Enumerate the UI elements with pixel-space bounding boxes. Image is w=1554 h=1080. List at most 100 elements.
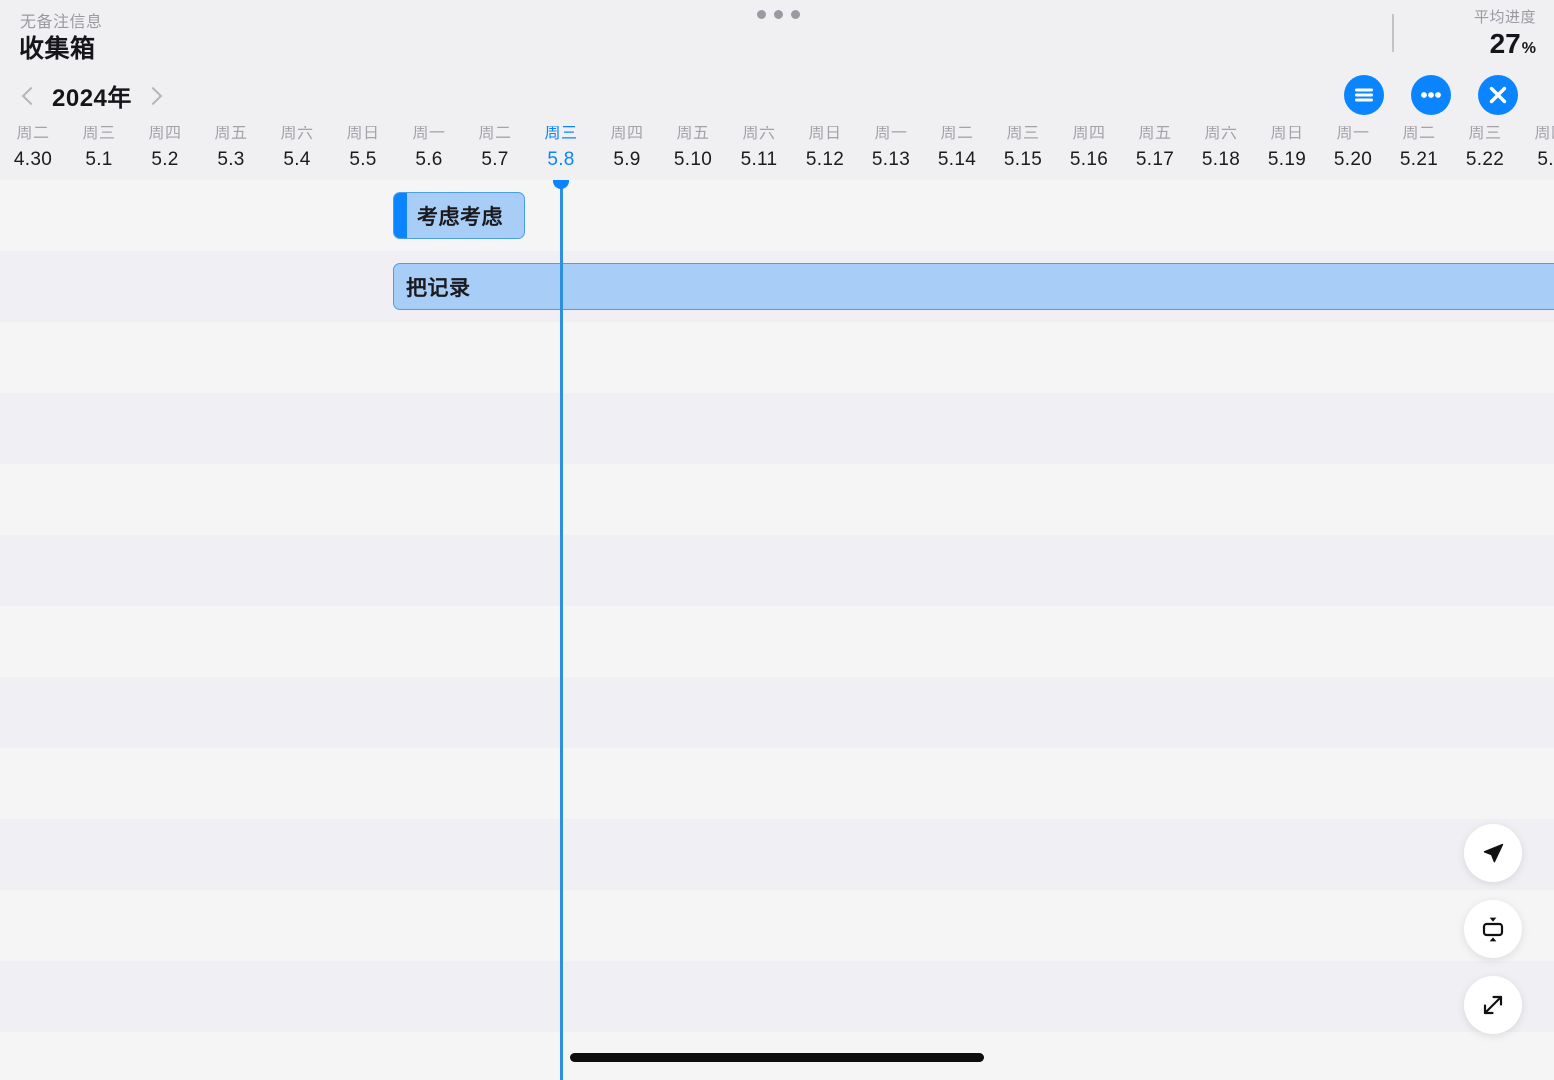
date-number: 5.3 (217, 149, 245, 170)
date-weekday: 周四 (610, 126, 644, 142)
progress-number: 27 (1489, 28, 1521, 59)
navigation-arrow-icon (1483, 843, 1504, 863)
date-header-strip[interactable]: 周二 4.30 周三 5.1 周四 5.2 周五 5.3 周六 5.4 周日 5.5 周一 5.6 周二 5.… (0, 126, 1554, 180)
date-number: 5.2 (1537, 149, 1554, 170)
date-column-5.16[interactable]: 周四 5.16 (1056, 126, 1122, 169)
date-number: 5.8 (547, 149, 575, 170)
date-number: 5.11 (740, 149, 778, 170)
date-column-5.6[interactable]: 周一 5.6 (396, 126, 462, 169)
date-weekday: 周四 (1534, 126, 1554, 142)
floating-button-group (1464, 824, 1522, 1034)
fit-vertical-button[interactable] (1464, 900, 1522, 958)
diagonal-resize-icon (1483, 995, 1503, 1015)
date-column-5.22[interactable]: 周三 5.22 (1452, 126, 1518, 169)
date-weekday: 周五 (214, 126, 248, 142)
home-indicator-bar (570, 1053, 984, 1062)
date-column-5.2[interactable]: 周四 5.2 (132, 126, 198, 169)
drag-handle-dots[interactable] (757, 10, 800, 19)
date-column-5.7[interactable]: 周二 5.7 (462, 126, 528, 169)
expand-button[interactable] (1464, 976, 1522, 1034)
date-column-5.14[interactable]: 周二 5.14 (924, 126, 990, 169)
date-weekday: 周六 (1204, 126, 1238, 142)
date-number: 5.4 (283, 149, 311, 170)
drag-dot (757, 10, 766, 19)
date-number: 5.20 (1333, 149, 1373, 170)
date-weekday: 周三 (544, 126, 578, 142)
date-number: 5.9 (613, 149, 641, 170)
today-marker-line (560, 180, 563, 1080)
date-column-5.11[interactable]: 周六 5.11 (726, 126, 792, 169)
gantt-row[interactable] (0, 464, 1554, 535)
next-year-button[interactable] (142, 79, 168, 113)
date-column-5.15[interactable]: 周三 5.15 (990, 126, 1056, 169)
date-number: 5.15 (1003, 149, 1043, 170)
date-weekday: 周二 (478, 126, 512, 142)
date-column-5.17[interactable]: 周五 5.17 (1122, 126, 1188, 169)
task-bar-label: 考虑考虑 (417, 205, 503, 229)
date-number: 5.21 (1399, 149, 1439, 170)
gantt-row[interactable] (0, 748, 1554, 819)
gantt-row[interactable] (0, 606, 1554, 677)
date-weekday: 周二 (1402, 126, 1436, 142)
date-weekday: 周四 (148, 126, 182, 142)
date-weekday: 周六 (742, 126, 776, 142)
date-column-5.9[interactable]: 周四 5.9 (594, 126, 660, 169)
date-weekday: 周一 (1336, 126, 1370, 142)
date-number: 5.2 (151, 149, 179, 170)
date-column-5.21[interactable]: 周二 5.21 (1386, 126, 1452, 169)
progress-percent-sign: % (1521, 40, 1536, 57)
gantt-row[interactable] (0, 180, 1554, 251)
locate-today-button[interactable] (1464, 824, 1522, 882)
date-weekday: 周一 (874, 126, 908, 142)
gantt-row[interactable] (0, 322, 1554, 393)
date-column-5.3[interactable]: 周五 5.3 (198, 126, 264, 169)
date-column-5.1[interactable]: 周三 5.1 (66, 126, 132, 169)
header-divider (1392, 14, 1394, 52)
date-number: 5.1 (85, 149, 113, 170)
date-weekday: 周六 (280, 126, 314, 142)
date-weekday: 周日 (1270, 126, 1304, 142)
date-number: 5.22 (1465, 149, 1505, 170)
date-number: 5.16 (1069, 149, 1109, 170)
date-number: 5.14 (937, 149, 977, 170)
date-column-5.5[interactable]: 周日 5.5 (330, 126, 396, 169)
header-button-group (1344, 75, 1518, 115)
date-column-5.4[interactable]: 周六 5.4 (264, 126, 330, 169)
gantt-row[interactable] (0, 393, 1554, 464)
date-column-5.19[interactable]: 周日 5.19 (1254, 126, 1320, 169)
date-number: 5.19 (1267, 149, 1307, 170)
current-year-label[interactable]: 2024年 (48, 78, 136, 113)
drag-dot (791, 10, 800, 19)
close-button[interactable] (1478, 75, 1518, 115)
task-progress-fill (394, 193, 407, 238)
task-bar-label: 把记录 (406, 276, 471, 300)
date-number: 5.18 (1201, 149, 1241, 170)
date-weekday: 周二 (16, 126, 50, 142)
date-column-5.10[interactable]: 周五 5.10 (660, 126, 726, 169)
task-bar[interactable]: 考虑考虑 (393, 192, 525, 239)
date-weekday: 周一 (412, 126, 446, 142)
more-options-button[interactable] (1411, 75, 1451, 115)
gantt-board[interactable]: 考虑考虑把记录 (0, 180, 1554, 1080)
date-number: 5.17 (1135, 149, 1175, 170)
gantt-row[interactable] (0, 535, 1554, 606)
gantt-row[interactable] (0, 819, 1554, 890)
date-weekday: 周三 (1006, 126, 1040, 142)
task-bar[interactable]: 把记录 (393, 263, 1554, 310)
gantt-row[interactable] (0, 677, 1554, 748)
prev-year-button[interactable] (16, 79, 42, 113)
close-icon (1489, 86, 1507, 104)
date-column-5.20[interactable]: 周一 5.20 (1320, 126, 1386, 169)
date-column-4.30[interactable]: 周二 4.30 (0, 126, 66, 169)
date-column-5.8[interactable]: 周三 5.8 (528, 126, 594, 169)
date-column-5.18[interactable]: 周六 5.18 (1188, 126, 1254, 169)
date-column-5.13[interactable]: 周一 5.13 (858, 126, 924, 169)
hamburger-icon (1355, 88, 1373, 102)
list-view-button[interactable] (1344, 75, 1384, 115)
gantt-row[interactable] (0, 961, 1554, 1032)
date-column-5.2[interactable]: 周四 5.2 (1518, 126, 1554, 169)
date-weekday: 周日 (346, 126, 380, 142)
date-column-5.12[interactable]: 周日 5.12 (792, 126, 858, 169)
date-weekday: 周三 (1468, 126, 1502, 142)
gantt-row[interactable] (0, 890, 1554, 961)
